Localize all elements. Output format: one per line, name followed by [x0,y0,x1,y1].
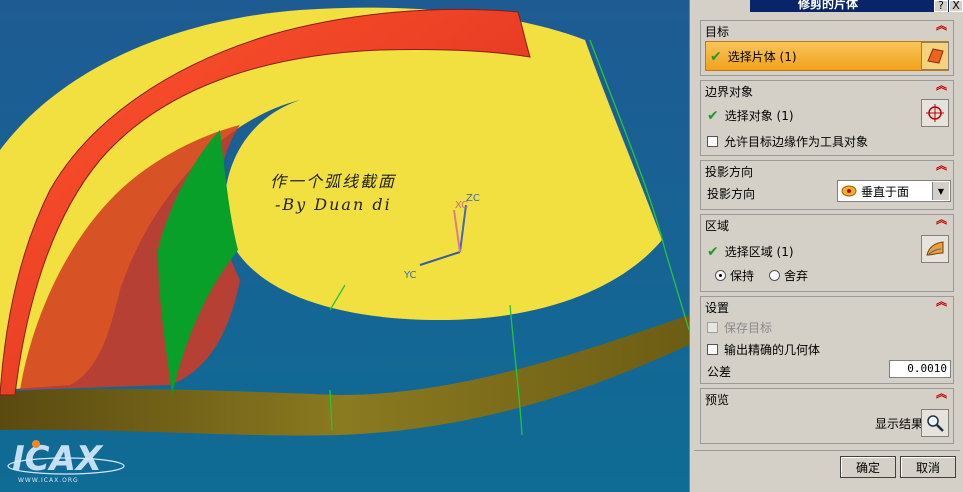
discard-label: 舍弃 [784,269,809,283]
settings-section: 设置 ︽ 保存目标 输出精确的几何体 公差 0.0010 [700,296,954,384]
close-button[interactable]: X [949,0,963,12]
collapse-icon[interactable]: ︽ [936,160,947,171]
exact-output-checkbox[interactable] [707,344,718,355]
discard-radio-row[interactable]: 舍弃 [769,267,808,284]
exact-output-row[interactable]: 输出精确的几何体 [707,341,820,358]
keep-label: 保持 [730,269,755,283]
yc-label: YC [404,270,417,281]
chevron-down-icon[interactable]: ▼ [932,182,949,200]
collapse-icon[interactable]: ︽ [936,80,947,91]
annotation-line2: -By Duan di [275,195,392,214]
projection-selected: 垂直于面 [861,184,910,199]
allow-edge-row[interactable]: 允许目标边缘作为工具对象 [707,133,868,150]
check-icon: ✔ [707,243,719,260]
region-section: 区域 ︽ ✔ 选择区域 (1) 保持 舍弃 [700,214,954,292]
allow-edge-checkbox[interactable] [707,136,718,147]
cancel-button[interactable]: 取消 [900,456,956,478]
select-region-label: 选择区域 (1) [724,245,794,259]
projection-select[interactable]: 垂直于面 ▼ [837,180,951,202]
allow-edge-label: 允许目标边缘作为工具对象 [724,135,869,149]
keep-target-label: 保存目标 [724,321,773,335]
select-sheet-label: 选择片体 (1) [727,50,797,64]
watermark-url: WWW.ICAX.ORG [18,477,79,484]
select-object-label: 选择对象 (1) [724,109,794,123]
settings-header: 设置 [705,301,730,315]
dialog-title: 修剪的片体 [798,0,859,11]
keep-target-checkbox [707,322,718,333]
target-section: 目标 ︽ ✔ 选择片体 (1) [700,20,954,76]
check-icon: ✔ [710,48,722,65]
projection-header: 投影方向 [705,165,754,179]
graphics-viewport[interactable]: ICAX 作一个弧线截面 -By Duan di ZC XC YC WWW.IC… [0,0,689,492]
help-button[interactable]: ? [934,0,948,12]
annotation-line1: 作一个弧线截面 [270,172,397,191]
projection-label: 投影方向 [707,187,756,201]
svg-text:ICAX: ICAX [12,439,104,479]
crosshair-icon[interactable] [921,99,949,127]
exact-output-label: 输出精确的几何体 [724,343,821,357]
boundary-header: 边界对象 [705,85,754,99]
normal-to-face-icon [841,184,857,198]
magnifier-icon[interactable] [921,409,949,437]
collapse-icon[interactable]: ︽ [936,388,947,399]
collapse-icon[interactable]: ︽ [936,214,947,225]
collapse-icon[interactable]: ︽ [936,296,947,307]
select-object-row[interactable]: ✔ 选择对象 (1) [707,107,794,124]
region-header: 区域 [705,219,730,233]
tolerance-input[interactable]: 0.0010 [889,360,951,378]
show-result-label: 显示结果 [875,417,924,431]
discard-radio[interactable] [769,270,780,281]
trim-sheet-dialog: 修剪的片体 ? X 目标 ︽ ✔ 选择片体 (1) 边界对象 ︽ ✔ 选择对象 … [689,0,963,492]
region-icon[interactable] [921,235,949,263]
model-view: ICAX [0,0,689,492]
target-header: 目标 [705,25,730,39]
preview-section: 预览 ︽ 显示结果 [700,388,954,444]
keep-radio[interactable] [715,270,726,281]
keep-target-row: 保存目标 [707,319,772,336]
keep-radio-row[interactable]: 保持 [715,267,754,284]
preview-header: 预览 [705,393,730,407]
sheet-body-icon[interactable] [921,42,949,70]
collapse-icon[interactable]: ︽ [936,20,947,31]
tolerance-label: 公差 [707,365,732,379]
check-icon: ✔ [707,107,719,124]
select-sheet-row[interactable]: ✔ 选择片体 (1) [705,41,949,71]
dialog-titlebar: 修剪的片体 ? X [750,0,963,12]
boundary-section: 边界对象 ︽ ✔ 选择对象 (1) 允许目标边缘作为工具对象 [700,80,954,156]
projection-section: 投影方向 ︽ 投影方向 垂直于面 ▼ [700,160,954,210]
xc-label: XC [455,200,469,211]
divider [694,450,960,451]
ok-button[interactable]: 确定 [840,456,896,478]
select-region-row[interactable]: ✔ 选择区域 (1) [707,243,794,260]
